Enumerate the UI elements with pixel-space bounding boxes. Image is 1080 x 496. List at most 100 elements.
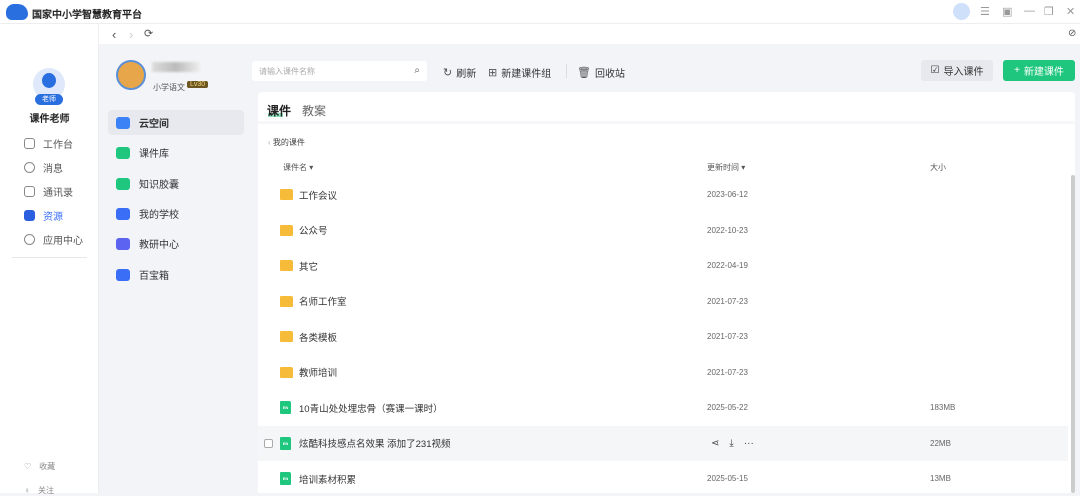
- hexagon-icon: [24, 233, 35, 245]
- message-icon: [24, 161, 35, 173]
- nav-item-contacts[interactable]: 通讯录: [24, 183, 73, 199]
- row-date: 2023-06-12: [707, 190, 748, 199]
- close-icon[interactable]: ✕: [1066, 5, 1075, 18]
- tab-lesson-plan[interactable]: 教案: [302, 102, 326, 119]
- logo-icon: [6, 4, 28, 20]
- nav-item-favorites[interactable]: ♡ 收藏: [24, 461, 55, 472]
- import-button[interactable]: ☑ 导入课件: [921, 60, 993, 81]
- back-icon[interactable]: ‹: [112, 27, 116, 42]
- button-label: 导入课件: [943, 67, 984, 78]
- menu-label: 课件库: [139, 149, 169, 160]
- refresh-icon: ↻: [443, 67, 453, 79]
- row-date: 2025-05-22: [707, 403, 748, 412]
- row-name: 培训素材积累: [299, 474, 357, 486]
- row-name: 教师培训: [299, 368, 338, 379]
- menu-icon: [116, 116, 130, 129]
- menu-item[interactable]: 百宝箱: [108, 262, 244, 287]
- refresh-icon[interactable]: ⟳: [144, 27, 153, 40]
- file-icon: EN: [280, 436, 291, 450]
- row-name: 炫酷科技感点名效果 添加了231视频: [299, 439, 451, 450]
- heart-icon: ♡: [24, 462, 32, 471]
- new-courseware-button[interactable]: + 新建课件: [1003, 60, 1075, 81]
- menu-icon: [116, 268, 130, 281]
- row-date: 2022-10-23: [707, 225, 748, 235]
- menu-label: 百宝箱: [139, 271, 169, 282]
- header-size: 大小: [930, 163, 946, 172]
- menu-item[interactable]: 我的学校: [108, 201, 244, 226]
- recycle-bin-button[interactable]: 🗑 回收站: [577, 65, 625, 80]
- row-size: 22MB: [930, 438, 951, 448]
- level-badge: Lv30: [187, 81, 209, 88]
- search-box[interactable]: ⌕: [252, 61, 427, 81]
- breadcrumb-item: 我的课件: [272, 138, 305, 147]
- menu-label: 我的学校: [139, 210, 179, 221]
- table-row[interactable]: 名师工作室 2021-07-23: [258, 284, 1068, 319]
- new-group-button[interactable]: ⊞ 新建课件组: [488, 65, 551, 80]
- table-row[interactable]: 公众号 2022-10-23: [258, 213, 1068, 248]
- folder-icon: [280, 260, 293, 271]
- table-row[interactable]: 各类模板 2021-07-23: [258, 319, 1068, 354]
- forward-icon[interactable]: ›: [129, 27, 133, 42]
- nav-item-app-center[interactable]: 应用中心: [24, 231, 83, 247]
- row-name: 名师工作室: [299, 297, 347, 308]
- compass-icon[interactable]: ⊘: [1068, 28, 1076, 39]
- menu-label: 教研中心: [139, 240, 179, 251]
- menu-item[interactable]: 云空间: [108, 110, 244, 135]
- restore-icon[interactable]: ❐: [1044, 5, 1054, 18]
- search-input[interactable]: [252, 61, 402, 81]
- menu-item[interactable]: 教研中心: [108, 231, 244, 256]
- row-date: 2025-05-15: [707, 474, 748, 483]
- divider: [12, 257, 87, 258]
- trash-icon: 🗑: [577, 67, 591, 79]
- book-icon: [24, 209, 35, 221]
- nav-label: 应用中心: [43, 235, 83, 247]
- table-row[interactable]: 教师培训 2021-07-23: [258, 355, 1068, 390]
- button-label: 刷新: [456, 69, 477, 80]
- nav-item-resources[interactable]: 资源: [24, 207, 63, 223]
- folder-icon: [280, 224, 293, 236]
- row-size: 13MB: [930, 474, 951, 483]
- row-checkbox[interactable]: [264, 438, 273, 448]
- plus-icon: +: [1014, 65, 1020, 76]
- import-icon: ☑: [930, 65, 940, 76]
- header-name[interactable]: 课件名 ▾: [283, 162, 313, 173]
- download-icon[interactable]: ⤓: [729, 438, 733, 449]
- table-row[interactable]: EN 10青山处处埋忠骨（赛课一课时） 2025-05-22 183MB: [258, 390, 1068, 425]
- blurred-username: [152, 62, 200, 72]
- table-row[interactable]: 其它 2022-04-19: [258, 248, 1068, 283]
- menu-icon[interactable]: ☰: [980, 5, 990, 18]
- search-icon[interactable]: ⌕: [414, 65, 420, 76]
- nav-item-workbench[interactable]: 工作台: [24, 135, 73, 151]
- share-icon[interactable]: ⋖: [711, 438, 719, 449]
- robot-avatar-icon[interactable]: [953, 3, 970, 20]
- folder-icon: [280, 189, 293, 200]
- pip-icon[interactable]: ▣: [1002, 5, 1012, 18]
- nav-item-messages[interactable]: 消息: [24, 159, 63, 175]
- nav-label: 收藏: [39, 462, 56, 471]
- minimize-icon[interactable]: —: [1024, 5, 1035, 17]
- tab-courseware[interactable]: 课件: [267, 102, 291, 119]
- table-row[interactable]: EN 炫酷科技感点名效果 添加了231视频 ⋖ ⤓ ··· 22MB: [258, 425, 1068, 461]
- nav-label: 消息: [43, 163, 63, 175]
- table-row[interactable]: EN 培训素材积累 2025-05-15 13MB: [258, 461, 1068, 496]
- nav-item-follow[interactable]: ♀ 关注: [24, 485, 54, 496]
- menu-item[interactable]: 知识胶囊: [108, 171, 244, 196]
- header-date[interactable]: 更新时间 ▾: [707, 162, 745, 173]
- nav-label: 工作台: [43, 139, 73, 151]
- row-name: 10青山处处埋忠骨（赛课一课时）: [299, 403, 443, 415]
- title-bar: [0, 0, 1080, 24]
- role-badge: 老师: [35, 94, 63, 105]
- user-avatar[interactable]: [116, 60, 146, 90]
- more-icon[interactable]: ···: [744, 438, 754, 449]
- menu-label: 知识胶囊: [139, 180, 179, 191]
- table-row[interactable]: 工作会议 2023-06-12: [258, 177, 1068, 212]
- refresh-button[interactable]: ↻ 刷新: [443, 65, 476, 80]
- menu-item[interactable]: 课件库: [108, 140, 244, 165]
- file-icon: EN: [280, 401, 291, 414]
- scrollbar[interactable]: [1071, 175, 1075, 493]
- folder-icon: [280, 366, 293, 378]
- button-label: 回收站: [594, 69, 625, 80]
- grid-icon: [24, 137, 35, 149]
- breadcrumb[interactable]: ‹ 我的课件: [268, 137, 305, 148]
- row-name: 各类模板: [299, 332, 338, 344]
